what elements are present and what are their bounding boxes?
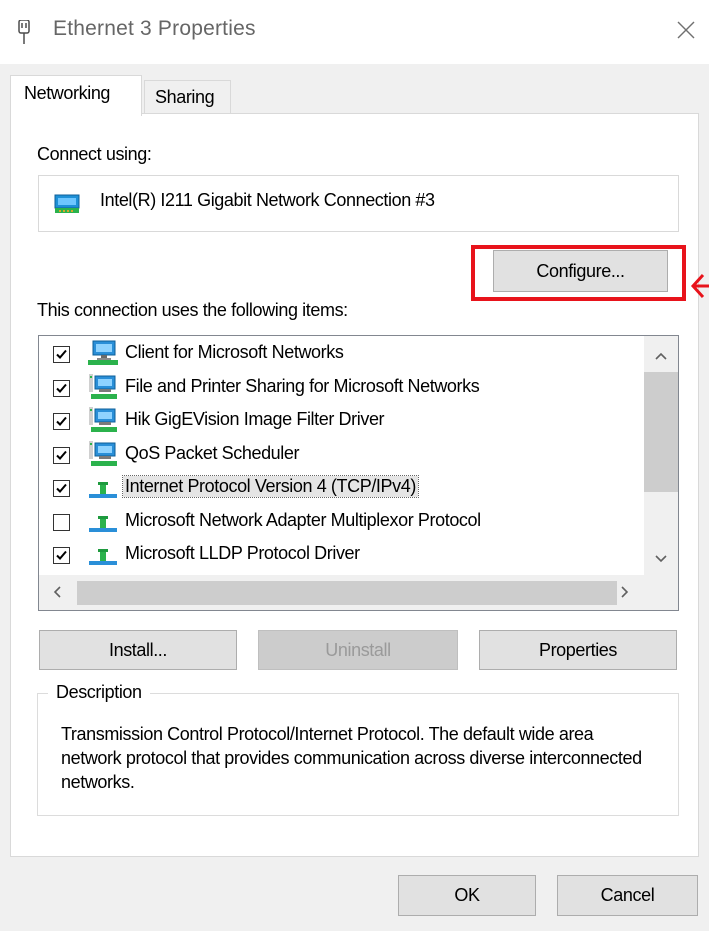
network-adapter-icon [17, 19, 31, 44]
uninstall-button[interactable]: Uninstall [258, 630, 458, 670]
properties-button[interactable]: Properties [479, 630, 677, 670]
list-item[interactable]: Microsoft Network Adapter Multiplexor Pr… [39, 506, 639, 538]
service-network-icon [87, 373, 119, 400]
tab-networking[interactable]: Networking [10, 75, 142, 116]
scroll-down-icon[interactable] [653, 551, 669, 567]
configure-button[interactable]: Configure... [493, 250, 668, 292]
window-title: Ethernet 3 Properties [53, 17, 256, 40]
install-button[interactable]: Install... [39, 630, 237, 670]
protocol-icon [87, 508, 119, 534]
horizontal-scroll-thumb[interactable] [77, 581, 617, 605]
service-network-icon [87, 440, 119, 467]
close-icon[interactable] [672, 16, 700, 44]
list-item[interactable]: Client for Microsoft Networks [39, 338, 639, 370]
title-bar: Ethernet 3 Properties [0, 0, 709, 64]
list-item[interactable]: Internet Protocol Version 4 (TCP/IPv4) [39, 472, 639, 504]
checkbox[interactable] [53, 547, 70, 564]
list-item-label: File and Printer Sharing for Microsoft N… [125, 375, 480, 396]
checkbox[interactable] [53, 379, 70, 397]
client-network-icon [87, 340, 119, 366]
list-item-label: Client for Microsoft Networks [125, 342, 344, 362]
list-item-label: Hik GigEVision Image Filter Driver [125, 409, 385, 429]
adapter-box: Intel(R) I211 Gigabit Network Connection… [38, 175, 679, 232]
adapter-name: Intel(R) I211 Gigabit Network Connection… [100, 190, 435, 210]
checkbox[interactable] [53, 446, 70, 464]
checkbox[interactable] [53, 480, 70, 497]
list-item[interactable]: Hik GigEVision Image Filter Driver [39, 405, 639, 437]
network-adapter-icon [53, 193, 81, 215]
tab-sharing[interactable]: Sharing [144, 80, 231, 113]
vertical-scroll-thumb[interactable] [644, 372, 678, 492]
connect-using-label: Connect using: [37, 144, 152, 164]
list-item-label: QoS Packet Scheduler [125, 442, 300, 463]
description-text: Transmission Control Protocol/Internet P… [61, 724, 642, 792]
scroll-left-icon[interactable] [49, 584, 65, 600]
list-item-label: Microsoft LLDP Protocol Driver [125, 543, 360, 563]
ok-button[interactable]: OK [398, 875, 536, 916]
protocol-icon [87, 541, 119, 567]
service-network-icon [87, 407, 119, 433]
list-item-label: Internet Protocol Version 4 (TCP/IPv4) [122, 475, 419, 498]
scroll-right-icon[interactable] [617, 584, 633, 600]
items-list[interactable]: Client for Microsoft Networks File and Pr… [38, 335, 679, 611]
list-item-label: Microsoft Network Adapter Multiplexor Pr… [125, 509, 481, 530]
list-item[interactable]: File and Printer Sharing for Microsoft N… [39, 372, 639, 404]
cancel-button[interactable]: Cancel [557, 875, 698, 916]
list-item[interactable]: Microsoft LLDP Protocol Driver [39, 539, 639, 571]
protocol-icon [87, 474, 119, 500]
description-legend: Description [48, 682, 150, 703]
arrow-left-icon [689, 271, 709, 299]
list-item[interactable]: QoS Packet Scheduler [39, 439, 639, 471]
checkbox[interactable] [53, 346, 70, 363]
checkbox[interactable] [53, 413, 70, 430]
items-label: This connection uses the following items… [37, 300, 348, 320]
scroll-up-icon[interactable] [653, 348, 669, 364]
checkbox[interactable] [53, 513, 70, 531]
